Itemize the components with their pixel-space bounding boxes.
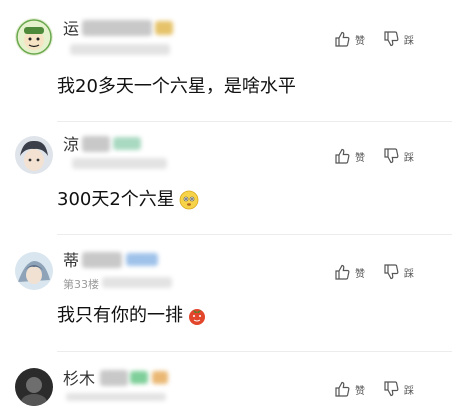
blurred-badge <box>130 371 148 384</box>
tomato-emoji-icon <box>189 309 205 325</box>
comment-body: 我只有你的一排 <box>57 305 183 326</box>
dislike-button[interactable]: 踩 <box>383 264 414 280</box>
comment-actions: 赞 踩 <box>334 381 414 397</box>
dislike-button[interactable]: 踩 <box>383 148 414 164</box>
blurred-username <box>100 370 128 386</box>
like-label: 赞 <box>355 268 365 280</box>
blurred-badge <box>152 371 168 384</box>
thumbs-up-icon <box>335 31 350 47</box>
blurred-meta <box>70 44 170 55</box>
dislike-button[interactable]: 踩 <box>383 31 414 47</box>
comment-text: 300天2个六星 <box>57 189 199 211</box>
like-button[interactable]: 赞 <box>334 381 365 397</box>
thumbs-up-icon <box>335 381 350 397</box>
comment-body: 300天2个六星 <box>57 189 175 210</box>
comment-author-name[interactable]: 杉木 <box>63 370 95 388</box>
comment-actions: 赞 踩 <box>334 148 414 164</box>
blurred-badge <box>126 253 158 266</box>
comment-actions: 赞 踩 <box>334 264 414 280</box>
blurred-meta <box>102 277 172 288</box>
dislike-label: 踩 <box>404 35 414 47</box>
thumbs-down-icon <box>384 264 399 280</box>
comment-author-name[interactable]: 运 <box>63 20 79 38</box>
divider <box>57 234 452 235</box>
comment-body: 我20多天一个六星，是啥水平 <box>57 76 296 97</box>
avatar[interactable] <box>15 136 53 174</box>
like-button[interactable]: 赞 <box>334 264 365 280</box>
divider <box>57 121 452 122</box>
avatar[interactable] <box>15 252 53 290</box>
thumbs-up-icon <box>335 148 350 164</box>
cartoon-avatar-icon <box>15 18 53 56</box>
dislike-label: 踩 <box>404 268 414 280</box>
comment-text: 我只有你的一排 <box>57 305 207 327</box>
dislike-label: 踩 <box>404 152 414 164</box>
avatar[interactable] <box>15 18 53 56</box>
blurred-meta <box>66 393 166 401</box>
blurred-username <box>82 136 110 152</box>
dislike-label: 踩 <box>404 385 414 397</box>
comment-actions: 赞 踩 <box>334 31 414 47</box>
blurred-badge <box>113 137 141 150</box>
blurred-badge <box>155 21 173 35</box>
anime-avatar-icon <box>15 252 53 290</box>
like-button[interactable]: 赞 <box>334 31 365 47</box>
flushed-face-emoji-icon <box>179 190 199 210</box>
comment-floor-number: 第33楼 <box>63 278 99 291</box>
dark-avatar-icon <box>15 368 53 406</box>
divider <box>57 351 452 352</box>
like-button[interactable]: 赞 <box>334 148 365 164</box>
dislike-button[interactable]: 踩 <box>383 381 414 397</box>
thumbs-down-icon <box>384 148 399 164</box>
avatar[interactable] <box>15 368 53 406</box>
like-label: 赞 <box>355 152 365 164</box>
blurred-meta <box>72 158 167 169</box>
thumbs-up-icon <box>335 264 350 280</box>
comment-author-name[interactable]: 涼 <box>63 136 79 154</box>
like-label: 赞 <box>355 385 365 397</box>
blurred-username <box>82 20 152 36</box>
thumbs-down-icon <box>384 381 399 397</box>
blurred-username <box>82 252 122 268</box>
anime-avatar-icon <box>15 136 53 174</box>
like-label: 赞 <box>355 35 365 47</box>
thumbs-down-icon <box>384 31 399 47</box>
comment-author-name[interactable]: 蒂 <box>63 252 79 270</box>
comment-text: 我20多天一个六星，是啥水平 <box>57 76 296 98</box>
